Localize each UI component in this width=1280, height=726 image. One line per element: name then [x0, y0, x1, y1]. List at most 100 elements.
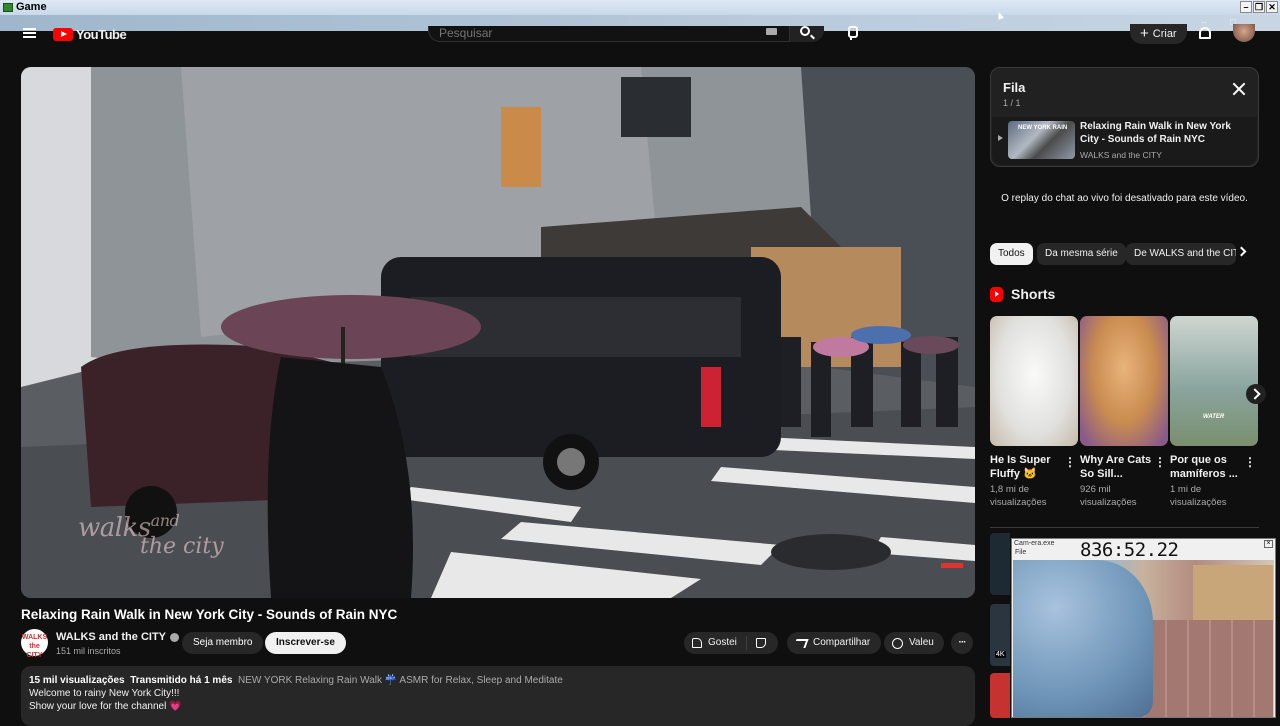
short-title: He Is Super Fluffy 🐱	[990, 454, 1051, 480]
more-actions-button[interactable]: ···	[951, 632, 973, 654]
webcam-feed	[1013, 560, 1274, 717]
like-dislike-group: Gostei	[684, 632, 778, 654]
youtube-logo[interactable]: YouTube	[53, 27, 127, 42]
streamed-date: Transmitido há 1 mês	[130, 675, 233, 686]
heart-icon: 💗	[169, 701, 182, 712]
description-meta: 15 mil visualizações Transmitido há 1 mê…	[29, 674, 967, 687]
thanks-button[interactable]: Valeu	[884, 632, 944, 654]
queue-item[interactable]: NEW YORK RAIN Relaxing Rain Walk in New …	[992, 117, 1257, 165]
description-box[interactable]: 15 mil visualizações Transmitido há 1 mê…	[21, 666, 975, 726]
share-button[interactable]: Compartilhar	[787, 632, 882, 654]
short-thumbnail	[1080, 316, 1168, 446]
recommended-thumbnail[interactable]	[990, 533, 1010, 595]
short-title: Por que os mamíferos ...	[1170, 454, 1238, 480]
search-button[interactable]	[790, 26, 824, 42]
description-line2-row: Show your love for the channel 💗	[29, 700, 967, 713]
join-button[interactable]: Seja membro	[182, 632, 264, 654]
app-icon	[3, 3, 13, 12]
short-thumb-overlay: WATER	[1203, 414, 1225, 420]
short-thumbnail: WATER	[1170, 316, 1258, 446]
queue-item-thumbnail: NEW YORK RAIN	[1008, 121, 1075, 159]
shorts-title: Shorts	[1011, 286, 1056, 302]
window-title: Game	[16, 1, 47, 13]
window-titlebar: Game – ❐ ✕	[0, 0, 1280, 15]
short-thumbnail	[990, 316, 1078, 446]
dislike-button[interactable]	[747, 638, 775, 648]
search-box	[428, 26, 790, 42]
webcam-overlay-window[interactable]: Cam-era.exe File × 836:52.22	[1011, 538, 1276, 718]
more-vert-icon[interactable]: ⋮	[1244, 455, 1256, 469]
divider	[990, 527, 1259, 528]
thanks-icon	[892, 637, 903, 649]
create-label: Criar	[1152, 28, 1177, 40]
plus-icon: +	[1140, 25, 1149, 42]
subscribe-button[interactable]: Inscrever-se	[265, 632, 346, 654]
short-card[interactable]: He Is Super Fluffy 🐱 1,8 mi de visualiza…	[990, 316, 1078, 509]
chip-from-channel[interactable]: De WALKS and the CITY	[1126, 243, 1236, 265]
close-icon[interactable]: ✕	[1266, 1, 1278, 13]
thanks-label: Valeu	[909, 637, 934, 648]
create-button[interactable]: + Criar	[1130, 24, 1187, 44]
shorts-next-button[interactable]	[1246, 384, 1266, 404]
webcam-close-icon[interactable]: ×	[1264, 540, 1273, 548]
search-input[interactable]	[439, 26, 739, 40]
yt-header: YouTube + Criar	[0, 24, 1280, 44]
shorts-icon	[990, 286, 1003, 302]
description-line1: Welcome to rainy New York City!!!	[29, 688, 180, 699]
chip-same-series[interactable]: Da mesma série	[1037, 243, 1126, 265]
watermark-and: and	[150, 511, 180, 530]
channel-name-row[interactable]: WALKS and the CITY	[56, 631, 179, 643]
more-vert-icon[interactable]: ⋮	[1154, 455, 1166, 469]
watermark-line2: the city	[140, 534, 224, 559]
search-icon	[800, 26, 810, 36]
notifications-bell-icon[interactable]	[1199, 27, 1211, 39]
short-card[interactable]: WATER Por que os mamíferos ... 1 mi de v…	[1170, 316, 1258, 509]
short-views: 1 mi de visualizações	[1170, 484, 1227, 508]
thumbs-down-icon	[755, 638, 766, 648]
thumbs-up-icon	[692, 638, 702, 648]
shorts-header: Shorts	[990, 286, 1055, 302]
queue-item-title: Relaxing Rain Walk in New York City - So…	[1080, 121, 1231, 145]
description-tags: NEW YORK Relaxing Rain Walk ☔ ASMR for R…	[238, 675, 563, 686]
short-views: 1,8 mi de visualizações	[990, 484, 1047, 508]
description-line2: Show your love for the channel	[29, 701, 167, 712]
channel-avatar[interactable]: WALKS the CITY	[21, 629, 48, 659]
chip-all[interactable]: Todos	[990, 243, 1033, 265]
verified-icon	[170, 632, 179, 642]
more-vert-icon[interactable]: ⋮	[1064, 455, 1076, 469]
share-label: Compartilhar	[813, 637, 871, 648]
close-icon[interactable]	[1232, 82, 1246, 96]
short-views: 926 mil visualizações	[1080, 484, 1137, 508]
youtube-wordmark: YouTube	[76, 27, 127, 42]
subscriber-count: 151 mil inscritos	[56, 646, 121, 656]
view-count: 15 mil visualizações	[29, 675, 125, 686]
queue-thumb-label: NEW YORK RAIN	[1018, 125, 1068, 131]
user-avatar[interactable]	[1233, 24, 1255, 42]
recommended-thumbnail[interactable]	[990, 673, 1010, 718]
now-playing-icon	[998, 135, 1003, 141]
restore-icon[interactable]: ❐	[1253, 1, 1265, 13]
speedrun-timer: 836:52.22	[1080, 539, 1179, 561]
short-title: Why Are Cats So Sill...	[1080, 454, 1152, 480]
like-label: Gostei	[708, 637, 737, 648]
video-title: Relaxing Rain Walk in New York City - So…	[21, 607, 398, 622]
like-button[interactable]: Gostei	[684, 636, 747, 650]
keyboard-icon[interactable]	[766, 28, 777, 35]
webcam-file-menu[interactable]: File	[1015, 549, 1026, 556]
video-player[interactable]: walksand the city	[21, 67, 975, 598]
queue-panel: Fila 1 / 1 NEW YORK RAIN Relaxing Rain W…	[990, 67, 1259, 167]
queue-title: Fila	[1003, 80, 1026, 95]
youtube-play-icon	[53, 28, 73, 41]
chat-disabled-message: O replay do chat ao vivo foi desativado …	[1001, 193, 1248, 204]
hamburger-menu-icon[interactable]	[23, 28, 36, 38]
microphone-icon[interactable]	[846, 26, 858, 40]
queue-count: 1 / 1	[1003, 98, 1021, 108]
minimize-icon[interactable]: –	[1240, 1, 1252, 13]
quality-badge: 4K	[995, 651, 1006, 658]
queue-item-channel: WALKS and the CITY	[1080, 150, 1162, 160]
short-card[interactable]: Why Are Cats So Sill... 926 mil visualiz…	[1080, 316, 1168, 509]
webcam-window-title: Cam-era.exe	[1014, 540, 1055, 547]
channel-name[interactable]: WALKS and the CITY	[56, 631, 166, 643]
filter-chips: Todos Da mesma série De WALKS and the CI…	[990, 243, 1259, 265]
share-icon	[793, 638, 809, 648]
